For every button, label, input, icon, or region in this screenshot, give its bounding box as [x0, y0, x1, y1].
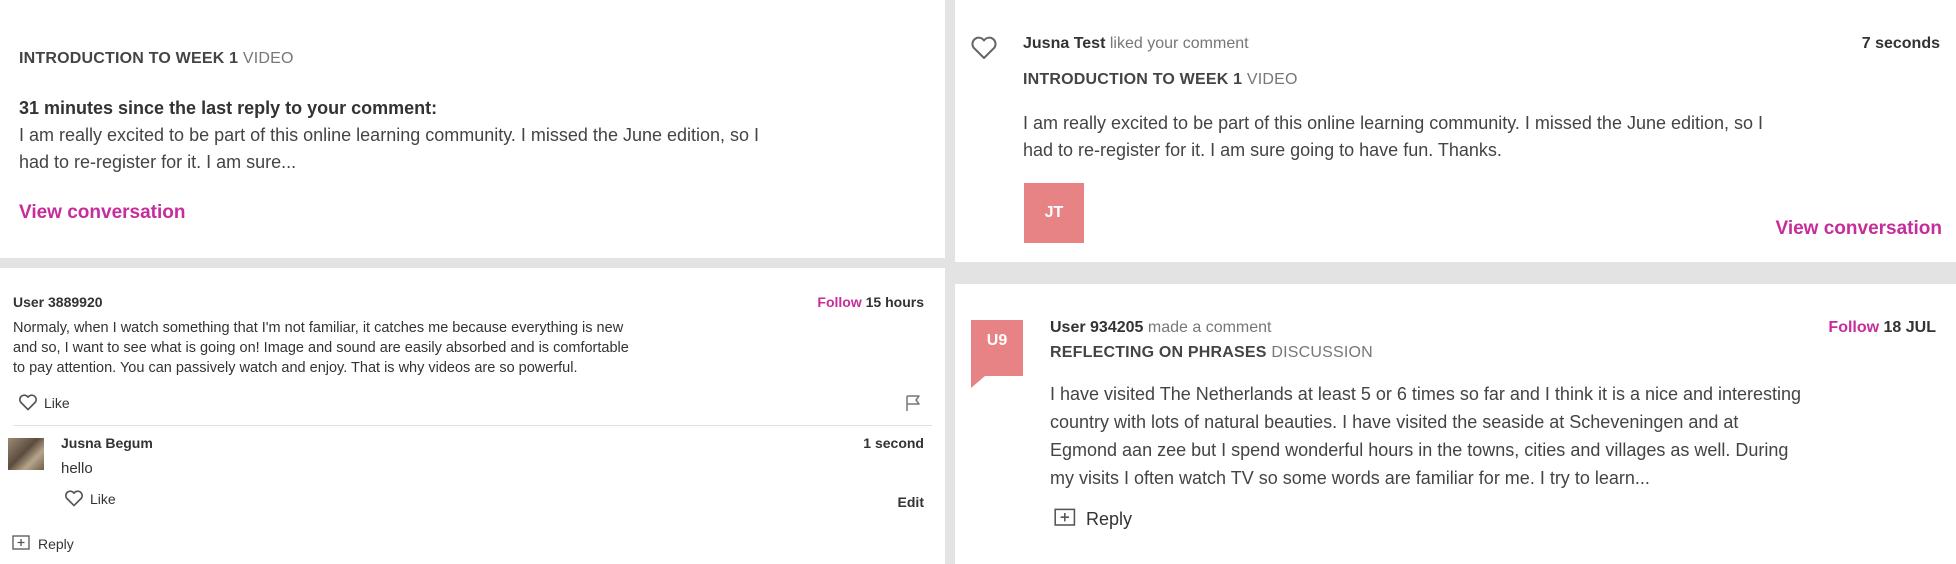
reply-like-button[interactable]: Like — [64, 490, 116, 507]
step-title[interactable]: INTRODUCTION TO WEEK 1 VIDEO — [1023, 71, 1298, 89]
timestamp: 15 hours — [865, 294, 924, 310]
comment-card: User 3889920 Follow 15 hours Normaly, wh… — [0, 268, 945, 564]
follow-button[interactable]: Follow — [1828, 319, 1879, 336]
reply-username[interactable]: Jusna Begum — [61, 435, 153, 451]
step-type: DISCUSSION — [1271, 344, 1373, 361]
step-type: VIDEO — [242, 50, 294, 67]
view-conversation-link[interactable]: View conversation — [19, 202, 186, 224]
reply-icon — [12, 535, 32, 553]
heart-icon[interactable] — [970, 36, 998, 60]
step-title[interactable]: INTRODUCTION TO WEEK 1 VIDEO — [19, 50, 294, 68]
comment-meta: Follow 18 JUL — [1828, 319, 1936, 337]
follow-button[interactable]: Follow — [817, 294, 861, 310]
avatar[interactable]: U9 — [971, 320, 1023, 388]
username[interactable]: Jusna Test — [1023, 35, 1105, 52]
comment-text: I have visited The Netherlands at least … — [1050, 384, 1802, 488]
heart-icon — [18, 394, 38, 411]
comment-text: I am really excited to be part of this o… — [1023, 113, 1764, 160]
avatar[interactable]: JT — [1024, 183, 1084, 243]
date: 18 JUL — [1883, 319, 1936, 336]
divider — [13, 425, 932, 426]
like-button[interactable]: Like — [18, 394, 70, 411]
username[interactable]: User 934205 — [1050, 319, 1143, 336]
reply-button[interactable]: Reply — [12, 535, 74, 553]
reply-icon — [1054, 508, 1078, 530]
notification-card-reply: INTRODUCTION TO WEEK 1 VIDEO 31 minutes … — [0, 0, 945, 258]
step-type: VIDEO — [1246, 71, 1298, 88]
comment-meta: Follow 15 hours — [817, 294, 924, 310]
timestamp: 7 seconds — [1861, 35, 1940, 52]
flag-icon[interactable] — [904, 394, 922, 412]
username[interactable]: User 3889920 — [13, 294, 103, 310]
heart-icon — [64, 490, 84, 507]
notification-card-like: Jusna Test liked your comment 7 seconds … — [955, 0, 1956, 262]
step-title[interactable]: REFLECTING ON PHRASES DISCUSSION — [1050, 344, 1373, 362]
since-reply-text: 31 minutes since the last reply to your … — [19, 98, 438, 118]
comment-text: Normaly, when I watch something that I'm… — [13, 320, 629, 376]
reply-text: hello — [61, 460, 93, 477]
notification-card-comment: U9 User 934205 made a comment Follow 18 … — [955, 284, 1956, 564]
action-text: liked your comment — [1109, 35, 1249, 52]
comment-notification-header: User 934205 made a comment — [1050, 319, 1271, 337]
like-notification-header: Jusna Test liked your comment — [1023, 35, 1249, 53]
avatar[interactable] — [8, 438, 44, 470]
action-text: made a comment — [1147, 319, 1272, 336]
view-conversation-link[interactable]: View conversation — [1776, 218, 1943, 240]
reply-timestamp: 1 second — [863, 435, 924, 451]
comment-excerpt: I am really excited to be part of this o… — [19, 125, 760, 172]
edit-button[interactable]: Edit — [898, 494, 924, 510]
reply-button[interactable]: Reply — [1054, 508, 1132, 530]
